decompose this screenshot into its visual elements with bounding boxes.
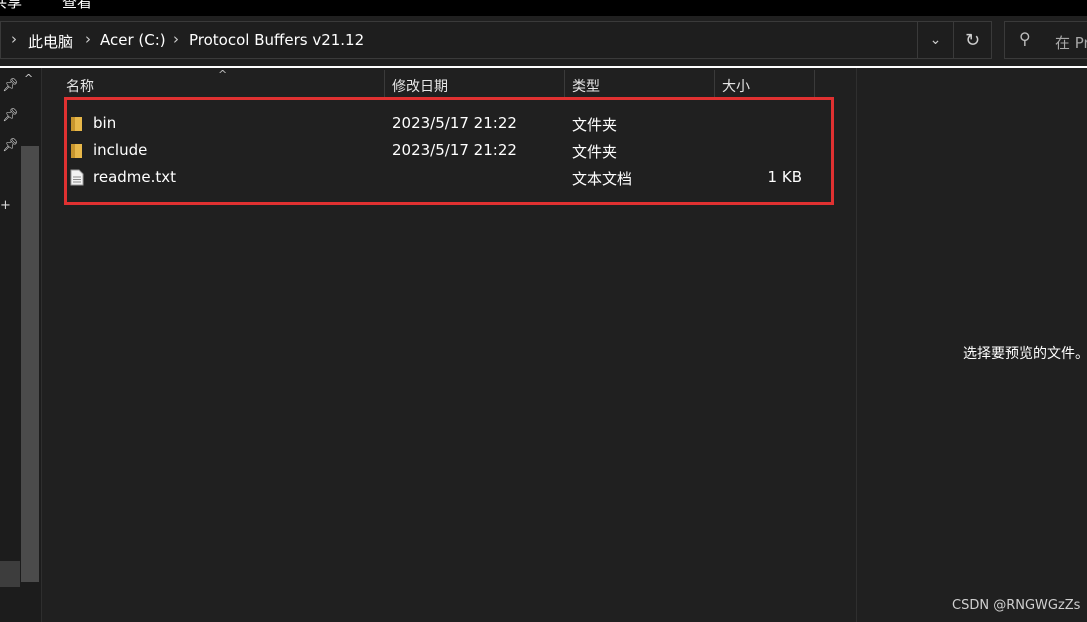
file-list: ^ 名称 修改日期 类型 大小 bin 2023/5/17 21:22 文件夹 … <box>42 68 856 622</box>
file-name: readme.txt <box>93 168 177 186</box>
refresh-icon: ↻ <box>964 29 981 51</box>
file-size: 1 KB <box>767 168 802 186</box>
refresh-button[interactable]: ↻ <box>954 21 992 59</box>
file-row-readme[interactable]: readme.txt 文本文档 1 KB <box>62 165 832 191</box>
search-placeholder: 在 Pr <box>1055 34 1087 52</box>
file-type: 文本文档 <box>572 170 633 188</box>
text-file-icon <box>70 169 84 186</box>
file-type: 文件夹 <box>572 143 618 161</box>
file-modified: 2023/5/17 21:22 <box>392 114 517 132</box>
tab-share[interactable]: 共享 <box>0 0 22 12</box>
search-box[interactable]: ⚲ 在 Pr <box>1004 21 1087 59</box>
file-row-bin[interactable]: bin 2023/5/17 21:22 文件夹 <box>62 111 832 137</box>
file-type: 文件夹 <box>572 116 618 134</box>
sort-ascending-icon: ^ <box>218 68 228 81</box>
folder-icon <box>71 144 82 158</box>
watermark: CSDN @RNGWGzZs <box>952 598 1081 613</box>
breadcrumb-current-folder[interactable]: Protocol Buffers v21.12 <box>189 31 364 49</box>
file-row-include[interactable]: include 2023/5/17 21:22 文件夹 <box>62 138 832 164</box>
address-history-button[interactable]: ⌄ <box>918 21 954 59</box>
chevron-down-icon: ⌄ <box>929 32 942 48</box>
chevron-right-icon[interactable]: › <box>173 30 179 48</box>
address-bar[interactable]: › 此电脑 › Acer (C:) › Protocol Buffers v21… <box>0 21 918 59</box>
file-name: include <box>93 141 148 159</box>
file-modified: 2023/5/17 21:22 <box>392 141 517 159</box>
chevron-right-icon[interactable]: › <box>85 30 91 48</box>
column-header-name[interactable]: 名称 <box>66 76 94 96</box>
column-header-type[interactable]: 类型 <box>572 76 600 96</box>
column-divider[interactable] <box>814 70 815 98</box>
file-name: bin <box>93 114 117 132</box>
pin-icon[interactable]: 📌︎ <box>2 78 19 93</box>
navigation-pane: 📌︎ 📌︎ 📌︎ + ^ <box>0 68 42 622</box>
breadcrumb-this-pc[interactable]: 此电脑 <box>28 31 73 52</box>
column-divider[interactable] <box>384 70 385 98</box>
nav-selected-item[interactable] <box>0 561 20 587</box>
column-divider[interactable] <box>714 70 715 98</box>
pin-icon[interactable]: 📌︎ <box>2 108 19 123</box>
tab-view[interactable]: 查看 <box>62 0 92 12</box>
column-header-size[interactable]: 大小 <box>722 76 750 96</box>
expand-icon[interactable]: + <box>0 198 11 213</box>
chevron-right-icon: › <box>11 30 17 48</box>
nav-scrollbar[interactable] <box>21 146 39 582</box>
column-header-modified[interactable]: 修改日期 <box>392 76 448 96</box>
scroll-up-icon[interactable]: ^ <box>24 72 33 85</box>
pin-icon[interactable]: 📌︎ <box>2 138 19 153</box>
ribbon-tabs: 共享 查看 <box>0 0 1087 16</box>
column-divider[interactable] <box>564 70 565 98</box>
folder-icon <box>71 117 82 131</box>
search-icon: ⚲ <box>1019 29 1031 48</box>
breadcrumb-drive-c[interactable]: Acer (C:) <box>100 31 166 49</box>
preview-message: 选择要预览的文件。 <box>963 346 1087 362</box>
preview-pane: 选择要预览的文件。 <box>857 68 1087 622</box>
